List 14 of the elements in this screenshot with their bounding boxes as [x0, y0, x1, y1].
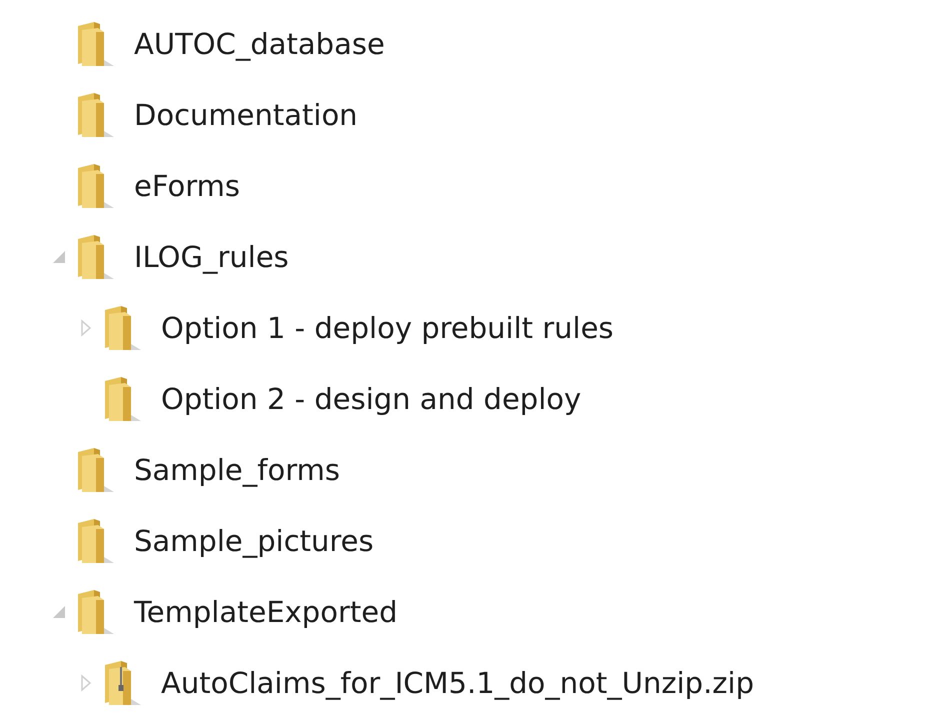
- tree-item[interactable]: TemplateExported: [134, 594, 398, 628]
- tree-item[interactable]: eForms: [134, 168, 240, 202]
- tree-item[interactable]: Option 1 - deploy prebuilt rules: [161, 310, 614, 344]
- collapsed-arrow-icon[interactable]: [80, 318, 92, 336]
- tree-item[interactable]: AUTOC_database: [134, 26, 385, 60]
- tree-item[interactable]: Sample_pictures: [134, 524, 374, 558]
- expanded-arrow-icon[interactable]: [52, 250, 66, 264]
- tree-item[interactable]: AutoClaims_for_ICM5.1_do_not_Unzip.zip: [161, 666, 754, 700]
- tree-item[interactable]: Sample_forms: [134, 452, 340, 486]
- tree-item[interactable]: Option 2 - design and deploy: [161, 382, 582, 416]
- collapsed-arrow-icon[interactable]: [80, 674, 92, 692]
- expanded-arrow-icon[interactable]: [52, 604, 66, 618]
- tree-item[interactable]: ILOG_rules: [134, 240, 289, 274]
- tree-item[interactable]: Documentation: [134, 98, 358, 132]
